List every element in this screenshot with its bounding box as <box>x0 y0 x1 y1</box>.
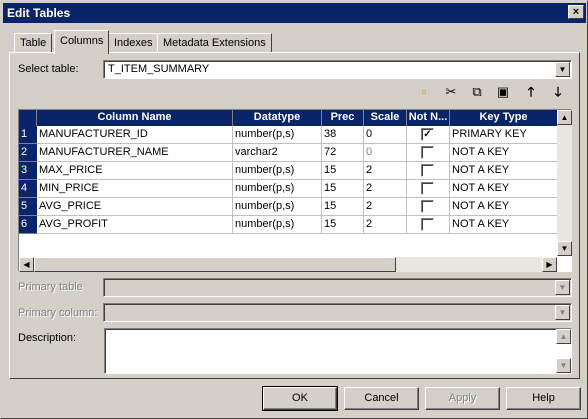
cell-scale[interactable]: 0 <box>364 144 407 162</box>
cell-column-name[interactable]: AVG_PRICE <box>37 198 233 216</box>
cell-datatype[interactable]: number(p,s) <box>233 126 322 144</box>
primary-column-label: Primary column: <box>18 307 98 319</box>
horizontal-scroll-thumb[interactable] <box>34 257 396 272</box>
cell-prec[interactable]: 15 <box>322 198 364 216</box>
grid-horizontal-scrollbar[interactable]: ◀ ▶ <box>19 257 557 272</box>
row-number[interactable]: 2 <box>19 144 37 162</box>
primary-column-dropdown: ▼ <box>103 303 572 322</box>
select-table-label: Select table: <box>18 63 79 75</box>
cell-prec[interactable]: 38 <box>322 126 364 144</box>
primary-table-label: Primary table <box>18 281 83 293</box>
cell-key-type[interactable]: NOT A KEY <box>450 162 558 180</box>
cell-scale[interactable]: 2 <box>364 180 407 198</box>
cancel-button[interactable]: Cancel <box>344 387 419 410</box>
cell-datatype[interactable]: number(p,s) <box>233 162 322 180</box>
paste-icon[interactable]: ▣ <box>493 83 513 101</box>
tab-columns[interactable]: Columns <box>54 30 110 54</box>
cell-key-type[interactable]: PRIMARY KEY <box>450 126 558 144</box>
scroll-right-icon[interactable]: ▶ <box>542 257 557 272</box>
header-column-name[interactable]: Column Name <box>37 110 233 126</box>
cell-prec[interactable]: 15 <box>322 180 364 198</box>
ok-button[interactable]: OK <box>262 386 338 411</box>
cell-key-type[interactable]: NOT A KEY <box>450 180 558 198</box>
scroll-left-icon[interactable]: ◀ <box>19 257 34 272</box>
chevron-down-icon: ▼ <box>555 280 570 295</box>
chevron-down-icon[interactable]: ▼ <box>555 62 570 77</box>
cell-datatype[interactable]: number(p,s) <box>233 180 322 198</box>
cell-key-type[interactable]: NOT A KEY <box>450 144 558 162</box>
grid-vertical-scrollbar[interactable]: ▲ ▼ <box>557 110 572 256</box>
cell-not-null[interactable]: ✓ <box>407 126 450 144</box>
not-null-checkbox[interactable]: ✓ <box>421 128 434 141</box>
cell-key-type[interactable]: NOT A KEY <box>450 198 558 216</box>
close-icon[interactable]: × <box>568 5 584 19</box>
cell-key-type[interactable]: NOT A KEY <box>450 216 558 234</box>
not-null-checkbox[interactable] <box>421 200 434 213</box>
cell-column-name[interactable]: MAX_PRICE <box>37 162 233 180</box>
row-number[interactable]: 6 <box>19 216 37 234</box>
cell-column-name[interactable]: MANUFACTURER_ID <box>37 126 233 144</box>
not-null-checkbox[interactable] <box>421 218 434 231</box>
move-down-icon[interactable]: 🡓 <box>548 83 568 101</box>
cell-scale[interactable]: 0 <box>364 126 407 144</box>
tab-indexes[interactable]: Indexes <box>108 33 159 53</box>
title-bar[interactable]: Edit Tables × <box>3 3 586 23</box>
scroll-down-icon[interactable]: ▼ <box>556 358 571 373</box>
cell-prec[interactable]: 15 <box>322 216 364 234</box>
columns-grid: Column Name Datatype Prec Scale Not N...… <box>18 109 572 272</box>
cell-not-null[interactable] <box>407 198 450 216</box>
cut-icon[interactable]: ✂ <box>441 83 461 101</box>
tab-table[interactable]: Table <box>14 33 53 53</box>
cell-column-name[interactable]: MANUFACTURER_NAME <box>37 144 233 162</box>
cell-not-null[interactable] <box>407 162 450 180</box>
header-prec[interactable]: Prec <box>322 110 364 126</box>
cell-scale[interactable]: 2 <box>364 198 407 216</box>
row-number[interactable]: 3 <box>19 162 37 180</box>
cell-prec[interactable]: 72 <box>322 144 364 162</box>
cell-not-null[interactable] <box>407 180 450 198</box>
cell-not-null[interactable] <box>407 144 450 162</box>
grid-corner <box>19 110 37 126</box>
cell-column-name[interactable]: AVG_PROFIT <box>37 216 233 234</box>
chevron-down-icon: ▼ <box>555 305 570 320</box>
help-button[interactable]: Help <box>506 387 581 410</box>
row-number[interactable]: 4 <box>19 180 37 198</box>
scroll-up-icon[interactable]: ▲ <box>557 110 572 125</box>
select-table-value: T_ITEM_SUMMARY <box>108 63 210 75</box>
new-icon[interactable]: ▫ <box>414 83 434 101</box>
scroll-up-icon[interactable]: ▲ <box>556 329 571 344</box>
description-label: Description: <box>18 332 77 344</box>
edit-tables-dialog: Edit Tables × Table Columns Indexes Meta… <box>0 0 588 419</box>
not-null-checkbox[interactable] <box>421 164 434 177</box>
cell-datatype[interactable]: varchar2 <box>233 144 322 162</box>
header-datatype[interactable]: Datatype <box>233 110 322 126</box>
tab-metadata-extensions[interactable]: Metadata Extensions <box>157 33 272 53</box>
cell-datatype[interactable]: number(p,s) <box>233 216 322 234</box>
apply-button[interactable]: Apply <box>425 387 500 410</box>
cell-column-name[interactable]: MIN_PRICE <box>37 180 233 198</box>
cell-not-null[interactable] <box>407 216 450 234</box>
move-up-icon[interactable]: 🡑 <box>521 83 541 101</box>
select-table-dropdown[interactable]: T_ITEM_SUMMARY ▼ <box>103 60 572 79</box>
header-not-null[interactable]: Not N... <box>407 110 450 126</box>
copy-icon[interactable]: ⧉ <box>467 83 487 101</box>
cell-datatype[interactable]: number(p,s) <box>233 198 322 216</box>
header-key-type[interactable]: Key Type <box>450 110 558 126</box>
primary-table-dropdown: ▼ <box>103 278 572 297</box>
not-null-checkbox[interactable] <box>421 146 434 159</box>
description-textarea[interactable]: ▲ ▼ <box>104 328 572 374</box>
header-scale[interactable]: Scale <box>364 110 407 126</box>
row-number[interactable]: 1 <box>19 126 37 144</box>
row-number[interactable]: 5 <box>19 198 37 216</box>
cell-scale[interactable]: 2 <box>364 216 407 234</box>
not-null-checkbox[interactable] <box>421 182 434 195</box>
dialog-title: Edit Tables <box>7 6 71 20</box>
scroll-down-icon[interactable]: ▼ <box>557 241 572 256</box>
cell-scale[interactable]: 2 <box>364 162 407 180</box>
cell-prec[interactable]: 15 <box>322 162 364 180</box>
